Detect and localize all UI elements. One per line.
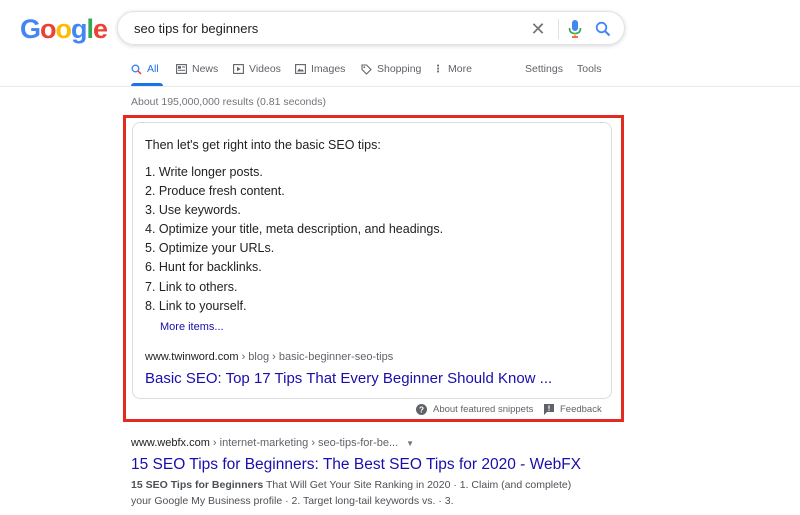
result-title-link[interactable]: 15 SEO Tips for Beginners: The Best SEO … bbox=[131, 456, 581, 474]
snippet-cite[interactable]: www.twinword.com › blog › basic-beginner… bbox=[145, 351, 393, 363]
result-desc-bold: 15 SEO Tips for Beginners bbox=[131, 479, 264, 491]
list-item: 8. Link to yourself. bbox=[145, 298, 247, 313]
cite-domain: www.webfx.com bbox=[131, 437, 210, 449]
result-description: 15 SEO Tips for Beginners That Will Get … bbox=[131, 477, 591, 509]
list-item: 5. Optimize your URLs. bbox=[145, 241, 275, 256]
list-item: 6. Hunt for backlinks. bbox=[145, 260, 262, 275]
tab-settings[interactable]: Settings bbox=[525, 63, 563, 75]
cite-path: › internet-marketing › seo-tips-for-be..… bbox=[209, 437, 399, 449]
result-cite[interactable]: www.webfx.com › internet-marketing › seo… bbox=[131, 437, 414, 449]
search-icon[interactable] bbox=[593, 19, 613, 39]
search-box-divider bbox=[558, 19, 559, 39]
google-logo[interactable]: Google bbox=[20, 14, 108, 45]
more-items-link[interactable]: More items... bbox=[160, 321, 224, 333]
svg-text:?: ? bbox=[419, 405, 424, 414]
logo-letter: o bbox=[55, 14, 72, 44]
logo-letter: o bbox=[40, 14, 56, 44]
tab-images-label: Images bbox=[311, 63, 346, 75]
list-item: 2. Produce fresh content. bbox=[145, 184, 285, 199]
logo-letter: G bbox=[20, 14, 41, 44]
search-icon bbox=[131, 63, 142, 75]
tab-videos[interactable]: Videos bbox=[233, 63, 281, 75]
cite-domain: www.twinword.com bbox=[145, 351, 239, 363]
tab-more[interactable]: ⋮ More bbox=[433, 63, 472, 75]
featured-snippet: Then let's get right into the basic SEO … bbox=[132, 122, 612, 399]
tag-icon bbox=[361, 63, 372, 75]
tabs-divider bbox=[0, 86, 800, 87]
tab-images[interactable]: Images bbox=[295, 63, 345, 75]
tab-shopping[interactable]: Shopping bbox=[361, 63, 421, 75]
about-featured-snippets[interactable]: ? About featured snippets bbox=[416, 404, 533, 415]
result-stats: About 195,000,000 results (0.81 seconds) bbox=[131, 96, 326, 108]
tab-videos-label: Videos bbox=[249, 63, 281, 75]
snippet-heading: Then let's get right into the basic SEO … bbox=[145, 138, 381, 152]
newspaper-icon bbox=[176, 64, 187, 74]
search-tabs: All News Videos Images Shopping ⋮ More S… bbox=[131, 63, 800, 85]
caret-down-icon[interactable]: ▼ bbox=[406, 439, 414, 448]
logo-letter: g bbox=[71, 14, 87, 44]
tab-tools[interactable]: Tools bbox=[577, 63, 602, 75]
list-item: 3. Use keywords. bbox=[145, 203, 241, 218]
logo-letter: e bbox=[93, 14, 108, 44]
list-item: 7. Link to others. bbox=[145, 279, 238, 294]
tab-all[interactable]: All bbox=[131, 63, 159, 75]
more-vert-icon: ⋮ bbox=[433, 63, 443, 75]
search-box[interactable]: ✕ bbox=[117, 11, 625, 45]
cite-path: › blog › basic-beginner-seo-tips bbox=[238, 351, 394, 363]
image-icon bbox=[295, 64, 306, 74]
feedback-button[interactable]: Feedback bbox=[544, 404, 602, 415]
tab-settings-label: Settings bbox=[525, 63, 563, 75]
tab-tools-label: Tools bbox=[577, 63, 602, 75]
feedback-label: Feedback bbox=[560, 404, 602, 415]
close-icon[interactable]: ✕ bbox=[528, 19, 548, 39]
tab-news[interactable]: News bbox=[176, 63, 218, 75]
help-icon: ? bbox=[416, 404, 427, 415]
tab-more-label: More bbox=[448, 63, 472, 75]
tab-shopping-label: Shopping bbox=[377, 63, 422, 75]
search-input[interactable] bbox=[134, 20, 514, 36]
microphone-icon[interactable] bbox=[565, 19, 585, 39]
list-item: 1. Write longer posts. bbox=[145, 165, 263, 179]
play-icon bbox=[233, 64, 244, 74]
feedback-icon bbox=[544, 404, 554, 415]
tab-all-label: All bbox=[147, 63, 159, 75]
list-item: 4. Optimize your title, meta description… bbox=[145, 222, 444, 237]
snippet-list: 1. Write longer posts. 2. Produce fresh … bbox=[145, 163, 443, 316]
about-snippets-label: About featured snippets bbox=[433, 404, 534, 415]
snippet-title-link[interactable]: Basic SEO: Top 17 Tips That Every Beginn… bbox=[145, 370, 552, 387]
tab-news-label: News bbox=[192, 63, 219, 75]
